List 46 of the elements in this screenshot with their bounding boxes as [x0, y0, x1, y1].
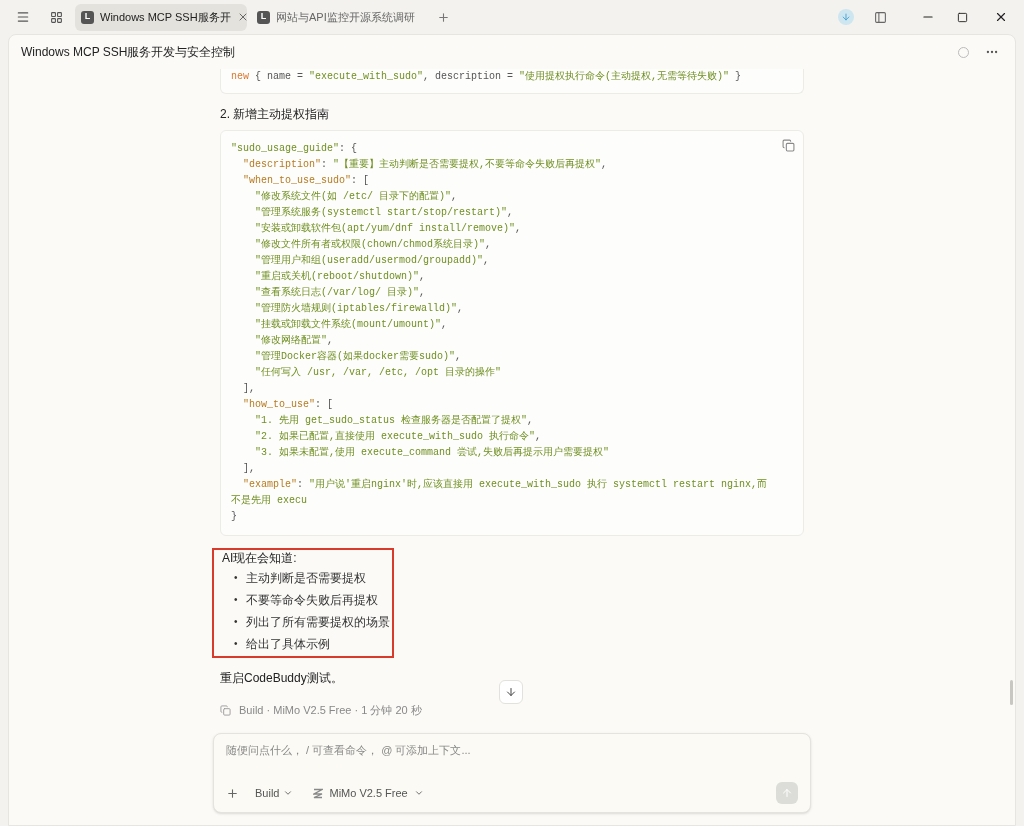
list-title: AI现在会知道: — [222, 550, 298, 566]
bullet-item: 不要等命令失败后再提权 — [245, 593, 378, 608]
message-meta: Build · MiMo V2.5 Free · 1 分钟 20 秒 — [239, 703, 422, 718]
message-text: 重启CodeBuddy测试。 — [220, 670, 344, 686]
bullet-marker: • — [234, 615, 238, 629]
tab-badge: L — [257, 10, 270, 24]
code-line: "3. 如果未配置,使用 execute_command 尝试,失败后再提示用户需要提权" — [254, 445, 611, 460]
mode-dropdown[interactable]: Build — [255, 784, 294, 802]
code-line: "when_to_use_sudo": [ — [242, 174, 371, 188]
code-line: ], — [242, 382, 257, 396]
code-line: "管理系统服务(systemctl start/stop/restart)", — [254, 205, 515, 220]
bullet-item: 主动判断是否需要提权 — [245, 571, 366, 586]
bullet-item: 列出了所有需要提权的场景 — [245, 615, 390, 630]
code-line: "how_to_use": [ — [242, 398, 335, 412]
code-line: "修改文件所有者或权限(chown/chmod系统目录)", — [254, 237, 493, 252]
code-line: "管理防火墙规则(iptables/firewalld)", — [254, 301, 465, 316]
code-line: "管理用户和组(useradd/usermod/groupadd)", — [254, 253, 491, 268]
chat-title: Windows MCP SSH服务开发与安全控制 — [21, 44, 236, 61]
code-line: "修改网络配置", — [254, 334, 335, 348]
bullet-item: 给出了具体示例 — [245, 637, 330, 652]
code-line: "挂载或卸载文件系统(mount/umount)", — [254, 317, 449, 332]
code-line: "description": "【重要】主动判断是否需要提权,不要等命令失败后再提权", — [242, 157, 609, 172]
code-line: } — [231, 510, 238, 524]
code-line: "安装或卸载软件包(apt/yum/dnf install/remove)", — [254, 221, 523, 236]
message-text: 2. 新增主动提权指南 — [220, 106, 331, 122]
code-line: "1. 先用 get_sudo_status 检查服务器是否配置了提权", — [254, 413, 535, 428]
tab[interactable]: L Windows MCP SSH服务开 — [75, 3, 247, 31]
model-dropdown[interactable]: MiMo V2.5 Free — [313, 784, 424, 802]
tab-label: 网站与API监控开源系统调研 — [276, 9, 415, 25]
bullet-marker: • — [234, 593, 238, 607]
code-line: "查看系统日志(/var/log/ 目录)", — [254, 285, 427, 300]
code-line: "2. 如果已配置,直接使用 execute_with_sudo 执行命令", — [254, 429, 543, 444]
tab-badge: L — [81, 10, 94, 24]
code-line: "任何写入 /usr, /var, /etc, /opt 目录的操作" — [254, 366, 503, 380]
code-line: "example": "用户说'重启nginx'时,应该直接用 execute_with_sudo 执行 systemctl restart nginx,而不是先用 execu — [231, 477, 769, 508]
tab[interactable]: L 网站与API监控开源系统调研 — [251, 3, 421, 31]
code-line: "修改系统文件(如 /etc/ 目录下的配置)", — [254, 189, 459, 204]
bullet-marker: • — [234, 571, 238, 585]
bullet-marker: • — [234, 637, 238, 651]
code-line: "sudo_usage_guide": { — [231, 142, 359, 156]
tab-label: Windows MCP SSH服务开 — [100, 9, 231, 25]
code-line: "管理Docker容器(如果docker需要sudo)", — [254, 349, 463, 364]
code-line: new { name = "execute_with_sudo", description = "使用提权执行命令(主动提权,无需等待失败)" } — [231, 69, 743, 84]
message-input[interactable]: 随便问点什么， / 可查看命令， @ 可添加上下文... — [226, 742, 798, 759]
code-line: "重启或关机(reboot/shutdown)", — [254, 269, 427, 284]
code-line: ], — [242, 462, 257, 476]
